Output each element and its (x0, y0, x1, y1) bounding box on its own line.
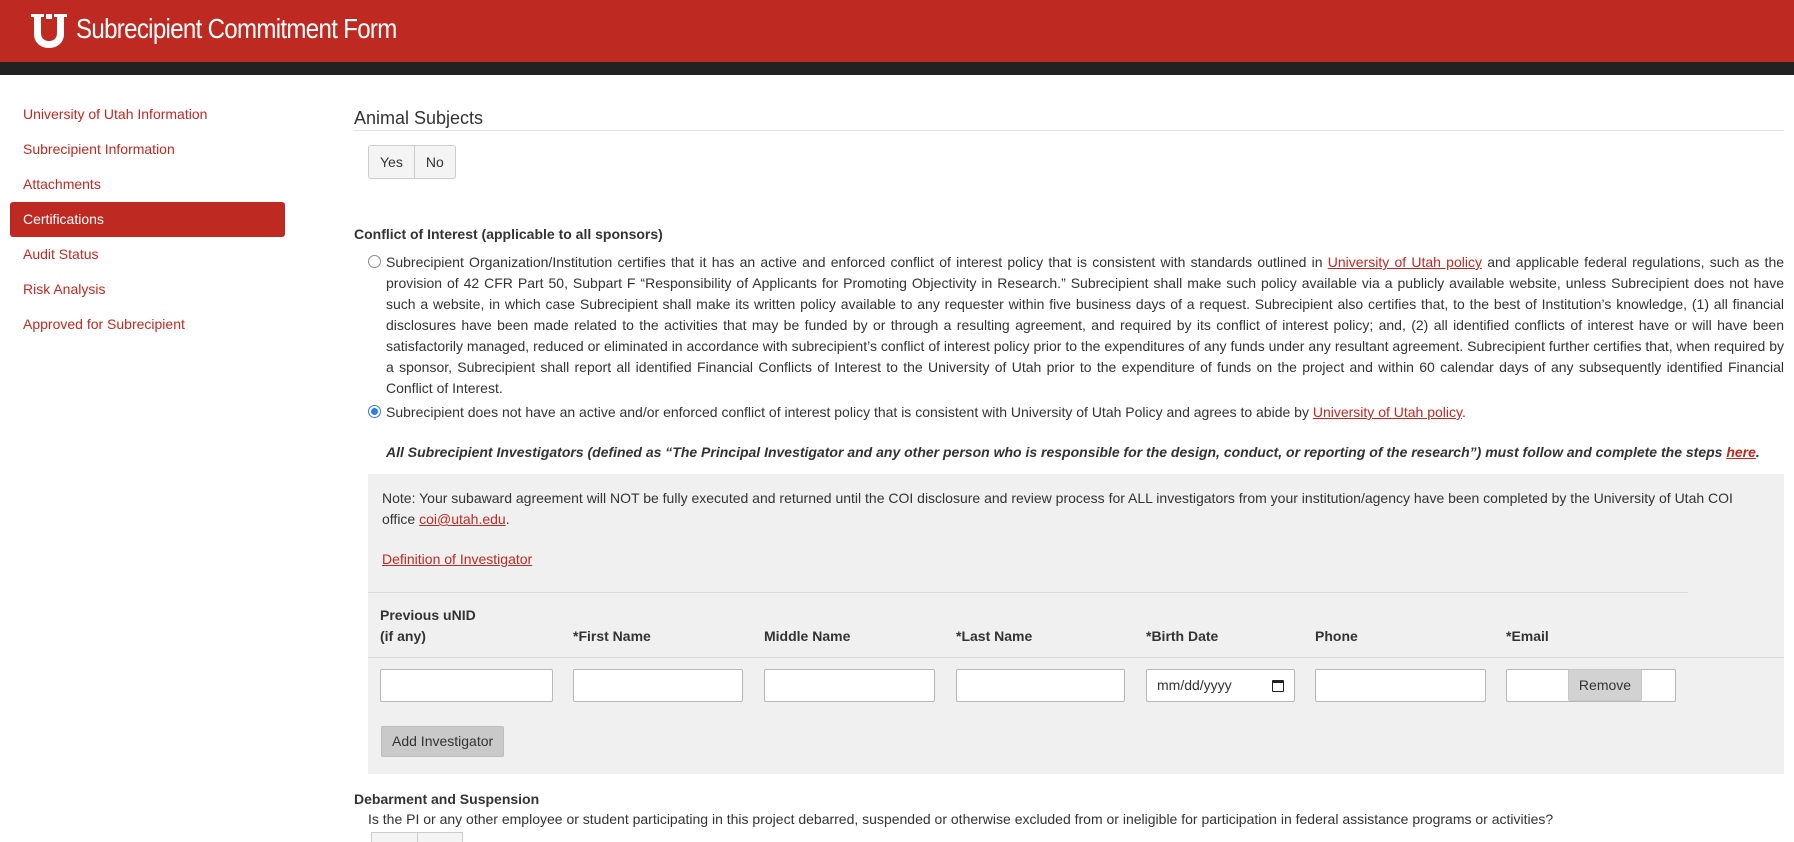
debarment-toggle (371, 832, 463, 842)
debarment-no-button[interactable] (416, 833, 463, 842)
sidebar-item-certifications[interactable]: Certifications (10, 202, 285, 237)
coi-option2-text-before: Subrecipient does not have an active and… (386, 404, 1313, 420)
animal-subjects-no-button[interactable]: No (413, 146, 455, 178)
column-header-previous-unid-line2: (if any) (380, 628, 426, 644)
column-header-previous-unid-line1: Previous uNID (380, 607, 476, 623)
coi-option1-text-after: and applicable federal regulations, such… (386, 254, 1785, 396)
university-policy-link[interactable]: University of Utah policy (1328, 254, 1482, 270)
first-name-input[interactable] (573, 669, 743, 702)
column-header-phone: Phone (1315, 628, 1358, 644)
add-investigator-button[interactable]: Add Investigator (381, 726, 505, 757)
sidebar-item-audit-status[interactable]: Audit Status (10, 237, 285, 272)
debarment-question: Is the PI or any other employee or stude… (368, 811, 1554, 827)
column-header-middle-name: Middle Name (764, 628, 851, 644)
page-title: Subrecipient Commitment Form (76, 13, 397, 44)
sidebar-item-approved[interactable]: Approved for Subrecipient (10, 307, 285, 342)
university-policy-link-2[interactable]: University of Utah policy (1313, 404, 1462, 420)
university-logo-icon[interactable] (31, 14, 67, 48)
sidebar-item-subrecipient-info[interactable]: Subrecipient Information (10, 132, 285, 167)
coi-heading: Conflict of Interest (applicable to all … (354, 226, 663, 242)
sidebar-item-attachments[interactable]: Attachments (10, 167, 285, 202)
header-divider (0, 62, 1794, 75)
table-row-divider (368, 657, 1784, 658)
coi-note-end: . (505, 511, 510, 527)
panel-divider (368, 592, 1688, 593)
coi-note: Note: Your subaward agreement will NOT b… (382, 488, 1752, 530)
birth-date-input[interactable]: mm/dd/yyyy (1146, 669, 1295, 702)
phone-input[interactable] (1315, 669, 1486, 702)
remove-investigator-button[interactable]: Remove (1568, 669, 1642, 701)
debarment-yes-button[interactable] (372, 833, 417, 842)
coi-option1-text-before: Subrecipient Organization/Institution ce… (386, 254, 1328, 270)
previous-unid-input[interactable] (380, 669, 553, 702)
coi-option-has-policy: Subrecipient Organization/Institution ce… (368, 252, 1784, 399)
animal-subjects-toggle: Yes No (368, 145, 456, 179)
investigators-note-end: . (1755, 444, 1760, 460)
column-header-previous-unid: Previous uNID (if any) (380, 605, 476, 647)
animal-subjects-title: Animal Subjects (354, 108, 484, 128)
column-header-last-name: *Last Name (956, 628, 1033, 644)
last-name-input[interactable] (956, 669, 1125, 702)
sidebar-item-university-info[interactable]: University of Utah Information (10, 97, 285, 132)
investigators-panel: Note: Your subaward agreement will NOT b… (368, 474, 1784, 774)
calendar-icon[interactable] (1272, 679, 1284, 692)
investigators-steps-link[interactable]: here (1726, 444, 1756, 460)
definition-of-investigator-link[interactable]: Definition of Investigator (382, 551, 532, 567)
middle-name-input[interactable] (764, 669, 935, 702)
column-header-birth-date: *Birth Date (1146, 628, 1219, 644)
sidebar-nav: University of Utah Information Subrecipi… (10, 97, 285, 342)
sidebar-item-risk-analysis[interactable]: Risk Analysis (10, 272, 285, 307)
debarment-heading: Debarment and Suspension (354, 791, 540, 807)
app-header: Subrecipient Commitment Form (0, 0, 1794, 62)
coi-option2-text-after: . (1461, 404, 1466, 420)
investigators-note-text: All Subrecipient Investigators (defined … (386, 444, 1727, 460)
coi-email-link[interactable]: coi@utah.edu (419, 511, 506, 527)
column-header-first-name: *First Name (573, 628, 651, 644)
coi-note-text: Note: Your subaward agreement will NOT b… (382, 490, 1733, 527)
section-divider (354, 130, 1784, 131)
investigators-note: All Subrecipient Investigators (defined … (386, 444, 1786, 460)
coi-option-no-policy-radio[interactable] (368, 405, 381, 418)
column-header-email: *Email (1506, 628, 1549, 644)
coi-option-has-policy-label: Subrecipient Organization/Institution ce… (386, 252, 1784, 399)
coi-option-has-policy-radio[interactable] (368, 255, 381, 268)
animal-subjects-yes-button[interactable]: Yes (369, 146, 414, 178)
coi-option-no-policy-label: Subrecipient does not have an active and… (386, 402, 1784, 423)
coi-option-no-policy: Subrecipient does not have an active and… (368, 402, 1784, 423)
birth-date-placeholder: mm/dd/yyyy (1157, 677, 1232, 693)
